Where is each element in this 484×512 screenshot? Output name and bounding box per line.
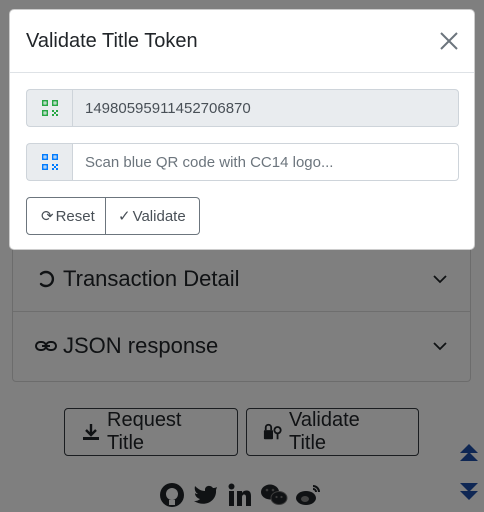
validate-token-modal: Validate Title Token 1498059591145270687…	[9, 9, 475, 250]
token-field[interactable]	[72, 89, 459, 127]
modal-header: Validate Title Token	[10, 10, 474, 73]
qr-input-group	[26, 143, 459, 181]
validate-button[interactable]: ✓ Validate	[106, 197, 200, 235]
reset-button[interactable]: ⟳ Reset	[26, 197, 106, 235]
qr-code-green-icon	[26, 89, 72, 127]
close-button[interactable]	[438, 30, 460, 52]
refresh-icon: ⟳	[41, 208, 54, 225]
modal-title: Validate Title Token	[26, 30, 198, 52]
checkmark-icon: ✓	[118, 208, 131, 225]
qr-scan-field[interactable]	[72, 143, 459, 181]
token-input-group	[26, 89, 459, 127]
close-icon	[440, 32, 458, 50]
modal-button-group: ⟳ Reset ✓ Validate	[26, 197, 200, 235]
qr-code-blue-icon	[26, 143, 72, 181]
reset-label: Reset	[55, 207, 95, 225]
validate-label: Validate	[132, 207, 186, 225]
